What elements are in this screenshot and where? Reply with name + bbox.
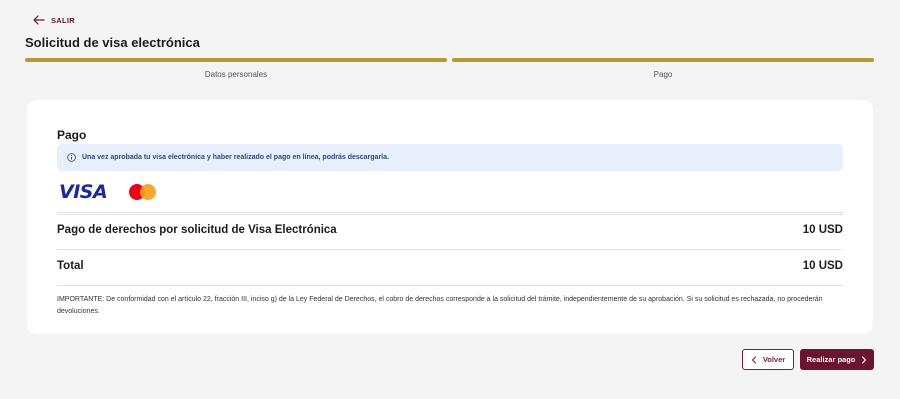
divider <box>57 249 843 250</box>
step-personal-data: Datos personales <box>25 58 447 84</box>
step-progress-bar <box>452 58 874 62</box>
progress-stepper: Datos personales Pago <box>25 58 874 84</box>
back-button-label: Volver <box>762 355 786 364</box>
total-amount: 10 USD <box>802 260 843 272</box>
divider <box>57 212 843 213</box>
total-label: Total <box>57 260 84 272</box>
payment-card: Pago Una vez aprobada tu visa electrónic… <box>27 100 873 334</box>
pay-button[interactable]: Realizar pago <box>800 349 874 370</box>
page-title: Solicitud de visa electrónica <box>25 35 200 50</box>
info-icon <box>67 153 76 162</box>
payment-section-title: Pago <box>57 128 87 142</box>
total-row: Total 10 USD <box>57 260 843 272</box>
step-label: Datos personales <box>204 70 268 79</box>
back-button[interactable]: Volver <box>742 349 794 370</box>
exit-link[interactable]: SALIR <box>33 15 75 25</box>
divider <box>57 214 843 215</box>
chevron-left-icon <box>751 355 756 364</box>
pay-button-label: Realizar pago <box>806 355 856 364</box>
fee-label: Pago de derechos por solicitud de Visa E… <box>57 224 337 236</box>
divider <box>57 285 843 286</box>
fee-row: Pago de derechos por solicitud de Visa E… <box>57 224 843 236</box>
step-payment: Pago <box>452 58 874 84</box>
mastercard-logo <box>129 183 159 201</box>
info-message: Una vez aprobada tu visa electrónica y h… <box>82 154 389 161</box>
exit-label: SALIR <box>51 15 75 25</box>
step-progress-bar <box>25 58 447 62</box>
step-label: Pago <box>653 70 673 79</box>
arrow-left-icon <box>33 15 45 25</box>
chevron-right-icon <box>862 355 867 364</box>
legal-notice: IMPORTANTE: De conformidad con el artícu… <box>57 296 823 315</box>
fee-amount: 10 USD <box>802 224 843 236</box>
card-brands: VISA <box>59 181 159 203</box>
visa-logo: VISA <box>59 181 108 203</box>
info-alert: Una vez aprobada tu visa electrónica y h… <box>57 144 843 171</box>
